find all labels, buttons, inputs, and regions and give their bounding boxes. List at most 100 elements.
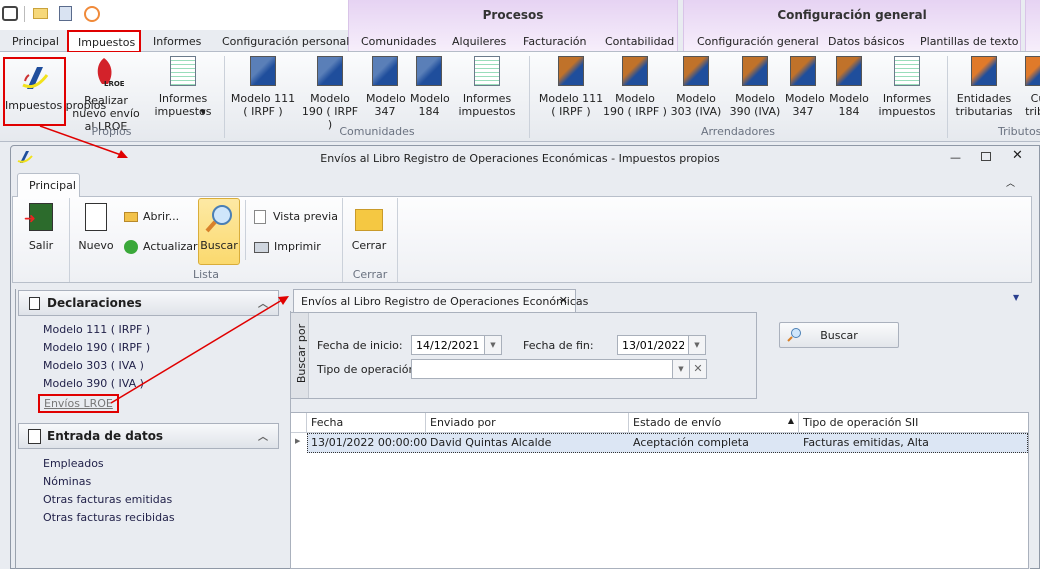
sidebar-item-envios-lroe[interactable]: Envíos LROE bbox=[38, 394, 119, 413]
tributos-button-2[interactable]: Cu tribu bbox=[1018, 56, 1040, 118]
tab-configuracion-general[interactable]: Configuración general bbox=[697, 35, 819, 48]
sidebar-item-otras-facturas-emitidas[interactable]: Otras facturas emitidas bbox=[43, 493, 172, 506]
fecha-inicio-input[interactable] bbox=[411, 335, 485, 355]
sidebar-item-modelo-190[interactable]: Modelo 190 ( IRPF ) bbox=[43, 341, 150, 354]
button-label: Informes impuestos bbox=[458, 92, 516, 118]
arrendadores-button-1[interactable]: Modelo 111 ( IRPF ) bbox=[535, 56, 607, 118]
realizar-envio-lroe-button[interactable]: LROE Realizar nuevo envío al LROE bbox=[69, 56, 143, 133]
tab-informes[interactable]: Informes bbox=[153, 35, 201, 48]
fecha-fin-dropdown[interactable]: ▼ bbox=[688, 335, 706, 355]
comunidades-button-5[interactable]: Informes impuestos bbox=[453, 56, 521, 118]
window-tab-principal[interactable]: Principal bbox=[17, 173, 80, 197]
minimize-icon[interactable]: — bbox=[950, 151, 961, 164]
group-label-arrendadores: Arrendadores bbox=[700, 125, 776, 138]
search-group-caption: Buscar por bbox=[291, 313, 309, 398]
clipboard-icon[interactable] bbox=[59, 6, 72, 21]
buscar-button[interactable]: Buscar bbox=[198, 198, 240, 265]
tab-comunidades[interactable]: Comunidades bbox=[361, 35, 436, 48]
broadcast-icon[interactable] bbox=[84, 6, 100, 22]
impuestos-propios-button[interactable]: Impuestos propios bbox=[3, 57, 107, 126]
nuevo-button[interactable]: Nuevo bbox=[78, 203, 114, 252]
mail-icon[interactable] bbox=[33, 8, 48, 19]
clear-tipo-icon[interactable]: ✕ bbox=[689, 359, 707, 379]
close-tab-icon[interactable]: ✕ bbox=[559, 294, 568, 307]
arrendadores-button-2[interactable]: Modelo 190 ( IRPF ) bbox=[603, 56, 667, 118]
button-label: Informes impuestos bbox=[878, 92, 936, 118]
collapse-ribbon-icon[interactable]: ︿ bbox=[1006, 176, 1015, 189]
tab-list-dropdown-icon[interactable]: ▼ bbox=[1013, 293, 1019, 302]
close-window-icon[interactable]: ✕ bbox=[1012, 148, 1023, 163]
informes-impuestos-button[interactable]: Informes impuestos ▼ bbox=[150, 56, 216, 119]
button-label: Actualizar bbox=[143, 240, 198, 253]
tab-principal[interactable]: Principal bbox=[12, 35, 59, 48]
tab-impuestos[interactable]: Impuestos bbox=[67, 30, 141, 53]
column-header-label: Estado de envío bbox=[633, 416, 722, 429]
tab-datos-basicos[interactable]: Datos básicos bbox=[828, 35, 905, 48]
search-buscar-button[interactable]: Buscar bbox=[779, 322, 899, 348]
button-label: Nuevo bbox=[78, 239, 114, 252]
button-label: Impuestos propios bbox=[5, 99, 107, 112]
sidebar-item-empleados[interactable]: Empleados bbox=[43, 457, 104, 470]
abrir-button[interactable]: Abrir... bbox=[124, 210, 179, 223]
arrendadores-button-5[interactable]: Modelo 347 bbox=[785, 56, 825, 118]
vista-previa-button[interactable]: Vista previa bbox=[254, 210, 338, 224]
fecha-fin-input[interactable] bbox=[617, 335, 689, 355]
agencia-tributaria-icon bbox=[21, 67, 48, 89]
fecha-fin-label: Fecha de fin: bbox=[523, 339, 594, 352]
sidebar-item-modelo-111[interactable]: Modelo 111 ( IRPF ) bbox=[43, 323, 150, 336]
arrendadores-button-7[interactable]: Informes impuestos bbox=[873, 56, 941, 118]
sidebar-item-modelo-303[interactable]: Modelo 303 ( IVA ) bbox=[43, 359, 144, 372]
separator bbox=[24, 6, 25, 22]
comunidades-button-3[interactable]: Modelo 347 bbox=[366, 56, 406, 118]
cell-fecha: 13/01/2022 00:00:00 bbox=[311, 436, 428, 449]
tributos-button-1[interactable]: Entidades tributarias bbox=[952, 56, 1016, 118]
restore-icon[interactable] bbox=[981, 152, 991, 161]
sort-ascending-icon: ▲ bbox=[787, 416, 794, 425]
tipo-operacion-input[interactable] bbox=[411, 359, 673, 379]
tab-facturacion[interactable]: Facturación bbox=[523, 35, 586, 48]
column-header-tipo-operacion[interactable]: Tipo de operación SII bbox=[799, 413, 1028, 432]
collapse-icon[interactable]: ︿ bbox=[258, 295, 268, 310]
salir-button[interactable]: ➜ Salir bbox=[22, 203, 60, 252]
tipo-operacion-label: Tipo de operación: bbox=[317, 363, 420, 376]
button-label: Cerrar bbox=[351, 239, 387, 252]
group-label-cerrar: Cerrar bbox=[352, 268, 388, 281]
report-icon bbox=[894, 56, 920, 86]
comunidades-button-1[interactable]: Modelo 111 ( IRPF ) bbox=[228, 56, 298, 118]
tab-contabilidad[interactable]: Contabilidad bbox=[605, 35, 674, 48]
panel-header-entrada-de-datos[interactable]: Entrada de datos ︿ bbox=[18, 423, 279, 449]
arrendadores-button-3[interactable]: Modelo 303 (IVA) bbox=[670, 56, 722, 118]
panel-header-declaraciones[interactable]: Declaraciones ︿ bbox=[18, 290, 279, 316]
tipo-operacion-dropdown[interactable]: ▼ bbox=[672, 359, 690, 379]
arrendadores-button-4[interactable]: Modelo 390 (IVA) bbox=[727, 56, 783, 118]
cerrar-button[interactable]: Cerrar bbox=[350, 203, 388, 252]
panel-title: Entrada de datos bbox=[47, 429, 164, 443]
tab-plantillas-de-texto[interactable]: Plantillas de texto bbox=[920, 35, 1019, 48]
sidebar-item-modelo-390[interactable]: Modelo 390 ( IVA ) bbox=[43, 377, 144, 390]
button-label: Modelo 184 bbox=[410, 92, 450, 118]
imprimir-button[interactable]: Imprimir bbox=[254, 240, 321, 253]
tax-model-icon bbox=[416, 56, 442, 86]
sidebar-item-nominas[interactable]: Nóminas bbox=[43, 475, 91, 488]
tab-alquileres[interactable]: Alquileres bbox=[452, 35, 506, 48]
tax-model-icon bbox=[250, 56, 276, 86]
phone-icon[interactable] bbox=[2, 6, 18, 21]
printer-icon bbox=[254, 241, 269, 253]
document-tab[interactable]: Envíos al Libro Registro de Operaciones … bbox=[293, 289, 588, 312]
column-header-enviado-por[interactable]: Enviado por bbox=[426, 413, 629, 432]
collapse-icon[interactable]: ︿ bbox=[258, 428, 268, 443]
fecha-inicio-dropdown[interactable]: ▼ bbox=[484, 335, 502, 355]
tab-configuracion-personal[interactable]: Configuración personal bbox=[222, 35, 349, 48]
tax-model-icon bbox=[683, 56, 709, 86]
window-title: Envíos al Libro Registro de Operaciones … bbox=[320, 152, 720, 165]
actualizar-button[interactable]: Actualizar bbox=[124, 240, 198, 254]
comunidades-button-2[interactable]: Modelo 190 ( IRPF ) bbox=[299, 56, 361, 131]
sidebar-item-otras-facturas-recibidas[interactable]: Otras facturas recibidas bbox=[43, 511, 175, 524]
button-label: Vista previa bbox=[273, 210, 338, 223]
button-label: Buscar bbox=[200, 239, 238, 252]
column-header-estado-envio[interactable]: Estado de envío ▲ bbox=[629, 413, 799, 432]
button-label: Modelo 347 bbox=[785, 92, 825, 118]
column-header-fecha[interactable]: Fecha bbox=[307, 413, 426, 432]
arrendadores-button-6[interactable]: Modelo 184 bbox=[829, 56, 869, 118]
comunidades-button-4[interactable]: Modelo 184 bbox=[410, 56, 450, 118]
